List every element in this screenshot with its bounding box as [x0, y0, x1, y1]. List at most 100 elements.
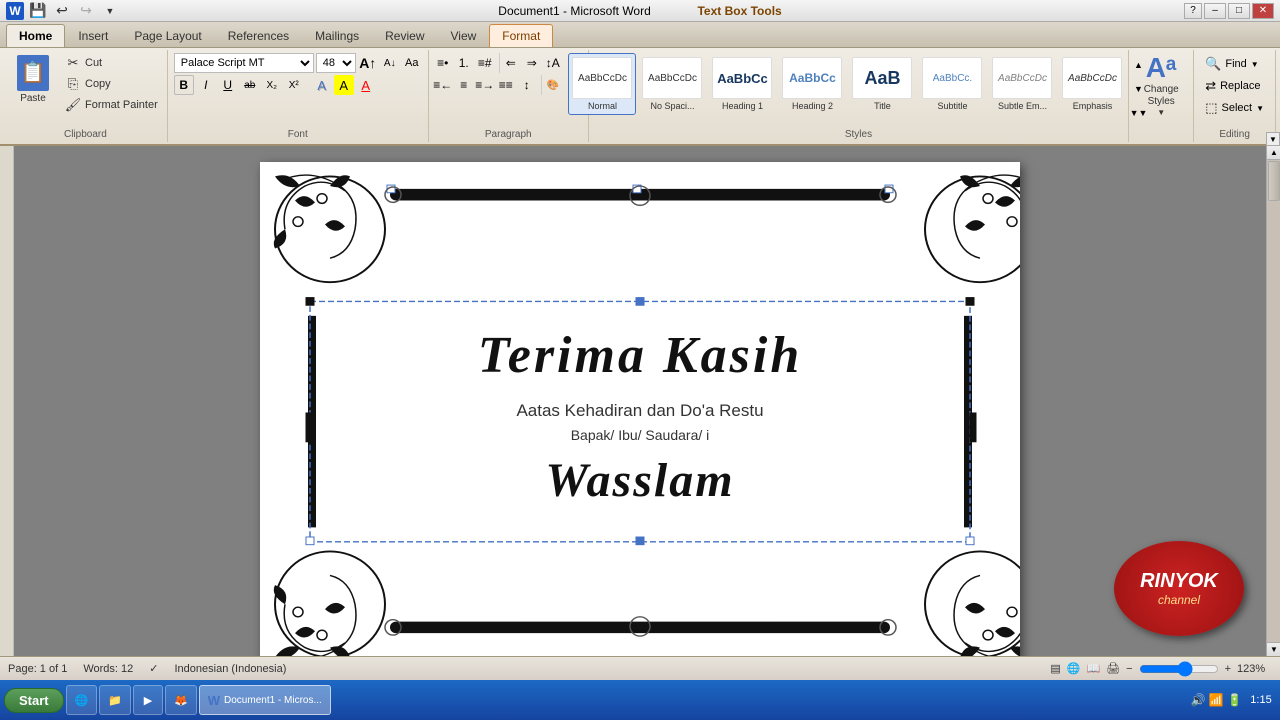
status-bar: Page: 1 of 1 Words: 12 ✓ Indonesian (Ind… — [0, 656, 1280, 680]
taskbar-word[interactable]: W Document1 - Micros... — [199, 685, 331, 715]
view-normal-btn[interactable]: ▤ — [1050, 662, 1060, 675]
tab-mailings[interactable]: Mailings — [302, 24, 372, 47]
zoom-level[interactable]: 123% — [1237, 663, 1272, 675]
rinyok-text: RINYOK — [1140, 570, 1218, 593]
redo-quick-btn[interactable]: ↪ — [76, 1, 96, 21]
bullets-btn[interactable]: ≡• — [433, 53, 453, 73]
bapak-text: Bapak/ Ibu/ Saudara/ i — [478, 427, 803, 443]
font-row-1: Palace Script MT 48 A↑ A↓ Aa — [174, 53, 422, 73]
font-grow-btn[interactable]: A↑ — [358, 53, 378, 73]
style-subtitle[interactable]: AaBbCc. Subtitle — [918, 53, 986, 115]
style-title-name: Title — [874, 101, 891, 111]
proofing-icon[interactable]: ✓ — [149, 662, 158, 675]
word-logo[interactable]: W — [6, 2, 24, 20]
editing-group-label: Editing — [1194, 129, 1275, 140]
font-name-select[interactable]: Palace Script MT — [174, 53, 314, 73]
align-left-btn[interactable]: ≡← — [433, 75, 453, 95]
close-btn[interactable]: ✕ — [1252, 3, 1274, 19]
style-heading2[interactable]: AaBbCc Heading 2 — [778, 53, 846, 115]
tab-review[interactable]: Review — [372, 24, 437, 47]
superscript-btn[interactable]: X² — [284, 75, 304, 95]
font-color-btn[interactable]: A — [356, 75, 376, 95]
tab-view[interactable]: View — [438, 24, 490, 47]
align-right-btn[interactable]: ≡→ — [475, 75, 495, 95]
aatas-text: Aatas Kehadiran dan Do'a Restu — [478, 401, 803, 421]
editing-group: 🔍 Find ▼ ⇄ Replace ⬚ Select ▼ Editing — [1194, 50, 1276, 142]
quick-launch-ie[interactable]: 🌐 — [66, 685, 98, 715]
multilevel-btn[interactable]: ≡# — [475, 53, 495, 73]
tab-home[interactable]: Home — [6, 24, 65, 47]
style-heading2-name: Heading 2 — [792, 101, 833, 111]
zoom-out-btn[interactable]: − — [1126, 663, 1132, 675]
clipboard-group: 📋 Paste ✂ Cut ⎘ Copy 🖌 Format Painter Cl… — [4, 50, 168, 142]
sort-btn[interactable]: ↕A — [543, 53, 563, 73]
language-status[interactable]: Indonesian (Indonesia) — [174, 663, 286, 675]
vertical-scrollbar[interactable]: ▲ ▼ — [1266, 146, 1280, 656]
style-no-spacing[interactable]: AaBbCcDc No Spaci... — [638, 53, 706, 115]
start-button[interactable]: Start — [4, 688, 64, 713]
format-painter-button[interactable]: 🖌 Format Painter — [60, 95, 163, 115]
copy-button[interactable]: ⎘ Copy — [60, 74, 163, 94]
view-web-btn[interactable]: 🌐 — [1067, 662, 1081, 675]
scroll-up-btn[interactable]: ▲ — [1267, 146, 1280, 160]
underline-btn[interactable]: U — [218, 75, 238, 95]
increase-indent-btn[interactable]: ⇒ — [522, 53, 542, 73]
change-styles-button[interactable]: Aᵃ Change Styles ▼ — [1133, 53, 1189, 115]
style-normal[interactable]: AaBbCcDc Normal — [568, 53, 636, 115]
highlight-btn[interactable]: A — [334, 75, 354, 95]
italic-btn[interactable]: I — [196, 75, 216, 95]
paste-button[interactable]: 📋 Paste — [8, 53, 58, 105]
find-button[interactable]: 🔍 Find ▼ — [1198, 53, 1271, 75]
tab-format[interactable]: Format — [489, 24, 553, 47]
document-content: Terima Kasih Aatas Kehadiran dan Do'a Re… — [478, 276, 803, 508]
select-button[interactable]: ⬚ Select ▼ — [1198, 97, 1271, 119]
font-size-select[interactable]: 48 — [316, 53, 356, 73]
tab-insert[interactable]: Insert — [65, 24, 121, 47]
style-title-preview: AaB — [852, 57, 912, 99]
quick-launch-firefox[interactable]: 🦊 — [165, 685, 197, 715]
numbering-btn[interactable]: 1. — [454, 53, 474, 73]
copy-icon: ⎘ — [65, 76, 81, 92]
styles-items: AaBbCcDc Normal AaBbCcDc No Spaci... AaB… — [568, 53, 1148, 139]
style-heading1[interactable]: AaBbCc Heading 1 — [708, 53, 776, 115]
undo-quick-btn[interactable]: ↩ — [52, 1, 72, 21]
justify-btn[interactable]: ≡≡ — [496, 75, 516, 95]
shading-btn[interactable]: 🎨 — [543, 75, 563, 95]
qa-dropdown-btn[interactable]: ▼ — [100, 1, 120, 21]
font-row-2: B I U ab X₂ X² A A A — [174, 75, 376, 95]
style-subtle-em-preview: AaBbCcDc — [992, 57, 1052, 99]
help-btn[interactable]: ? — [1184, 3, 1202, 19]
style-title[interactable]: AaB Title — [848, 53, 916, 115]
tab-page-layout[interactable]: Page Layout — [121, 24, 214, 47]
replace-button[interactable]: ⇄ Replace — [1198, 75, 1271, 97]
minimize-btn[interactable]: – — [1204, 3, 1226, 19]
replace-icon: ⇄ — [1205, 78, 1216, 94]
zoom-slider[interactable] — [1139, 663, 1219, 675]
bold-btn[interactable]: B — [174, 75, 194, 95]
style-emphasis[interactable]: AaBbCcDc Emphasis — [1058, 53, 1126, 115]
decrease-indent-btn[interactable]: ⇐ — [501, 53, 521, 73]
line-spacing-btn[interactable]: ↕ — [517, 75, 537, 95]
zoom-in-btn[interactable]: + — [1225, 663, 1231, 675]
clear-format-btn[interactable]: Aa — [402, 53, 422, 73]
text-effect-btn[interactable]: A — [312, 75, 332, 95]
cut-button[interactable]: ✂ Cut — [60, 53, 163, 73]
view-print-btn[interactable]: 🖨 — [1106, 662, 1120, 675]
save-quick-btn[interactable]: 💾 — [28, 1, 48, 21]
tab-references[interactable]: References — [215, 24, 302, 47]
align-center-btn[interactable]: ≡ — [454, 75, 474, 95]
subscript-btn[interactable]: X₂ — [262, 75, 282, 95]
scroll-down-btn[interactable]: ▼ — [1267, 642, 1280, 656]
ribbon-expand-btn[interactable]: ▼ — [1266, 132, 1280, 146]
strikethrough-btn[interactable]: ab — [240, 75, 260, 95]
scroll-thumb[interactable] — [1268, 161, 1280, 201]
restore-btn[interactable]: □ — [1228, 3, 1250, 19]
format-painter-icon: 🖌 — [65, 97, 81, 113]
view-read-btn[interactable]: 📖 — [1086, 662, 1100, 675]
font-shrink-btn[interactable]: A↓ — [380, 53, 400, 73]
scroll-track[interactable] — [1267, 160, 1280, 642]
style-subtle-em[interactable]: AaBbCcDc Subtle Em... — [988, 53, 1056, 115]
find-icon: 🔍 — [1205, 56, 1221, 72]
quick-launch-media[interactable]: ▶ — [133, 685, 163, 715]
quick-launch-folder[interactable]: 📁 — [99, 685, 131, 715]
